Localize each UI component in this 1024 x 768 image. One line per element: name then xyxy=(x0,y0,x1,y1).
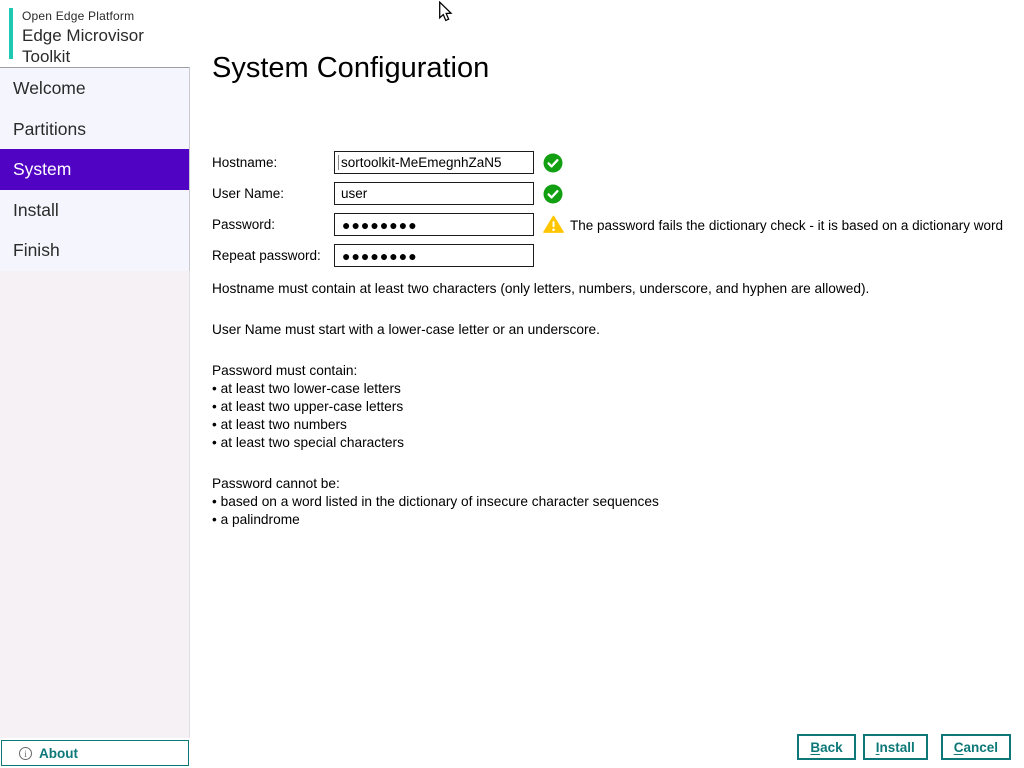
username-row: User Name: xyxy=(212,182,1012,206)
installer-step-nav: Welcome Partitions System Install Finish xyxy=(0,67,190,272)
sidebar-item-system[interactable]: System xyxy=(0,149,189,190)
username-input[interactable] xyxy=(334,182,534,205)
validation-instructions: Hostname must contain at least two chara… xyxy=(212,280,972,529)
sidebar-item-partitions[interactable]: Partitions xyxy=(0,109,189,150)
password-input[interactable] xyxy=(334,213,534,236)
back-button-mnemonic: B xyxy=(810,740,820,755)
hostname-row: Hostname: xyxy=(212,151,1012,175)
cancel-button[interactable]: Cancel xyxy=(941,734,1011,760)
hostname-input-wrap xyxy=(334,151,534,174)
password-rule-item: • at least two lower-case letters xyxy=(212,380,972,398)
cancel-button-mnemonic: C xyxy=(954,740,964,755)
brand-accent-bar xyxy=(9,8,13,59)
install-button[interactable]: Install xyxy=(863,734,928,760)
repeat-password-label: Repeat password: xyxy=(212,248,321,263)
brand-text: Open Edge Platform Edge Microvisor Toolk… xyxy=(22,9,144,67)
username-instruction: User Name must start with a lower-case l… xyxy=(212,321,972,339)
hostname-valid-check-icon xyxy=(543,153,563,173)
sidebar-item-welcome[interactable]: Welcome xyxy=(0,68,189,109)
password-cannot-header: Password cannot be: xyxy=(212,475,972,493)
username-label: User Name: xyxy=(212,186,284,201)
password-rule-item: • at least two special characters xyxy=(212,434,972,452)
mouse-cursor-icon xyxy=(436,1,455,28)
sidebar: Open Edge Platform Edge Microvisor Toolk… xyxy=(0,0,190,768)
sidebar-lower-panel xyxy=(0,271,190,738)
back-button-label-tail: ack xyxy=(820,740,843,755)
password-input-wrap xyxy=(334,213,534,236)
brand-logo: Open Edge Platform Edge Microvisor Toolk… xyxy=(0,0,190,67)
spacer xyxy=(212,452,972,475)
password-rule-item: • at least two numbers xyxy=(212,416,972,434)
about-button-label: About xyxy=(39,746,78,761)
brand-line-product2: Toolkit xyxy=(22,47,144,67)
brand-line-platform: Open Edge Platform xyxy=(22,9,144,23)
about-button[interactable]: i About xyxy=(1,740,189,766)
password-cannot-item: • a palindrome xyxy=(212,511,972,529)
username-input-wrap xyxy=(334,182,534,205)
password-rule-item: • at least two upper-case letters xyxy=(212,398,972,416)
password-warning-icon xyxy=(543,215,563,235)
password-warning-message: The password fails the dictionary check … xyxy=(570,218,1003,233)
hostname-instruction: Hostname must contain at least two chara… xyxy=(212,280,972,298)
hostname-input[interactable] xyxy=(334,151,534,174)
text-caret xyxy=(338,155,339,170)
sidebar-item-finish[interactable]: Finish xyxy=(0,230,189,271)
page-title: System Configuration xyxy=(212,52,489,85)
password-cannot-item: • based on a word listed in the dictiona… xyxy=(212,493,972,511)
footer-button-bar: Back Install Cancel xyxy=(797,734,1011,760)
back-button[interactable]: Back xyxy=(797,734,855,760)
hostname-label: Hostname: xyxy=(212,155,277,170)
repeat-password-input-wrap xyxy=(334,244,534,267)
cancel-button-label-tail: ancel xyxy=(963,740,998,755)
repeat-password-row: Repeat password: xyxy=(212,244,1012,268)
password-row: Password: The password fails the diction… xyxy=(212,213,1012,237)
info-icon: i xyxy=(19,747,32,760)
install-button-label-tail: nstall xyxy=(879,740,914,755)
password-label: Password: xyxy=(212,217,275,232)
brand-line-product: Edge Microvisor xyxy=(22,26,144,46)
username-valid-check-icon xyxy=(543,184,563,204)
password-rules-header: Password must contain: xyxy=(212,362,972,380)
repeat-password-input[interactable] xyxy=(334,244,534,267)
sidebar-item-install[interactable]: Install xyxy=(0,190,189,231)
